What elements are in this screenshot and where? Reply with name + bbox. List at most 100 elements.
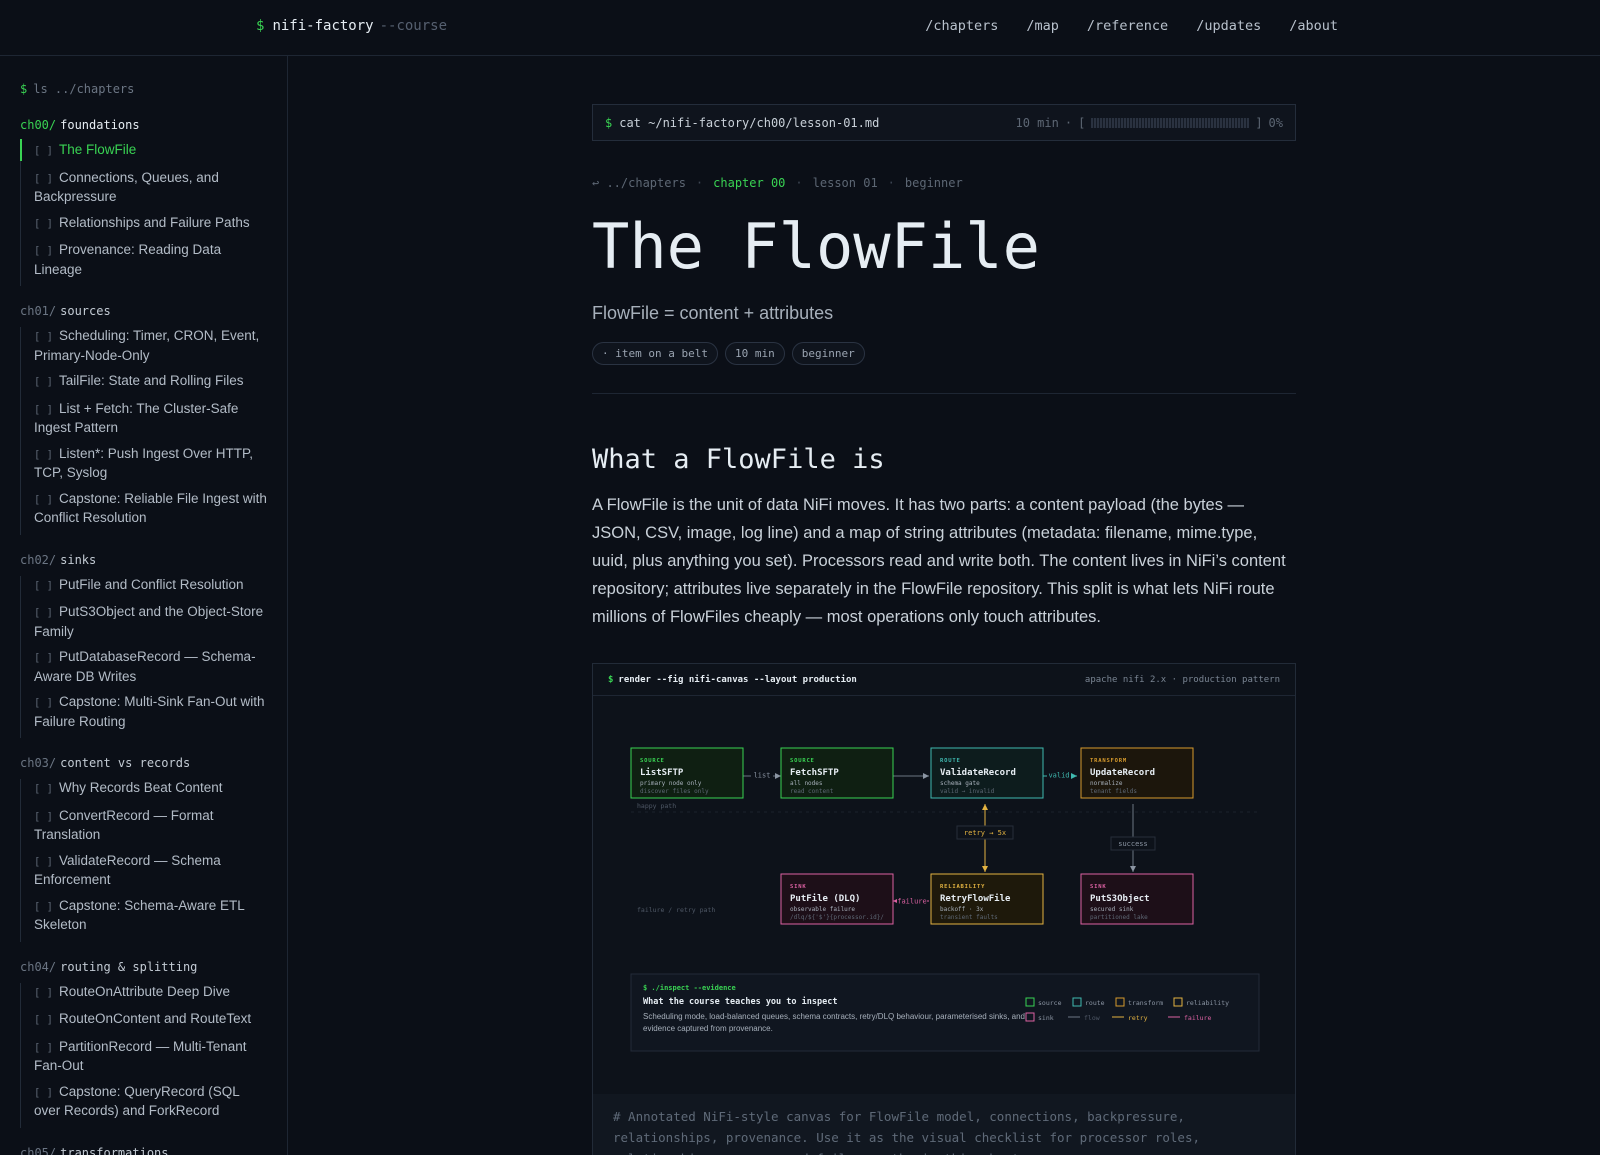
lesson-list: [ ] RouteOnAttribute Deep Dive [ ] RouteOnC… (20, 982, 267, 1128)
breadcrumb-lesson: lesson 01 (812, 176, 878, 190)
sidebar-command: ls ../chapters (33, 82, 135, 96)
top-navigation-bar: $ nifi-factory --course /chapters /map /re… (0, 0, 1600, 56)
sidebar-lesson-item[interactable]: [ ] Connections, Queues, and Backpressure (21, 169, 267, 214)
sidebar-lesson-item[interactable]: [ ] Scheduling: Timer, CRON, Event, Prima… (21, 327, 267, 372)
sidebar-lesson-item[interactable]: [ ] Relationships and Failure Paths (21, 214, 267, 242)
sidebar-lesson-item[interactable]: [ ] Listen*: Push Ingest Over HTTP, TCP, … (21, 445, 267, 490)
breadcrumb-chapter[interactable]: chapter 00 (713, 176, 785, 190)
figure-version-label: apache nifi 2.x · production pattern (1084, 674, 1280, 685)
chapter-heading[interactable]: ch05/transformations (20, 1146, 267, 1155)
sidebar-lesson-item[interactable]: [ ] ConvertRecord — Format Translation (21, 807, 267, 852)
processor-note: tenant fields (1090, 788, 1137, 795)
processor-fetch[interactable]: SOURCE FetchSFTP all nodesread content (780, 747, 894, 799)
chapter-number: ch01/ (20, 304, 57, 318)
nav-link-map[interactable]: /map (1026, 18, 1059, 34)
sidebar-lesson-item[interactable]: [ ] PutFile and Conflict Resolution (21, 576, 267, 604)
lesson-label: PutS3Object and the Object-Store Family (34, 604, 264, 639)
chapter-group: ch00/foundations[ ] The FlowFile[ ] Connec… (20, 118, 267, 286)
lesson-checkbox: [ ] (34, 607, 53, 619)
sidebar-lesson-item[interactable]: [ ] Capstone: Reliable File Ingest with C… (21, 490, 267, 535)
processor-note: read content (790, 788, 834, 795)
processor-name: ListSFTP (640, 767, 684, 778)
reading-time: 10 min (1015, 115, 1059, 130)
processor-name: PutFile (DLQ) (790, 893, 860, 904)
processor-putfile[interactable]: SINK PutFile (DLQ) observable failure/dlq/… (780, 873, 894, 925)
processor-note: valid → invalid (940, 788, 995, 795)
sidebar-lesson-item[interactable]: [ ] Capstone: Multi-Sink Fan-Out with Fai… (21, 693, 267, 738)
nifi-canvas-figure: $ render --fig nifi-canvas --layout produ… (592, 663, 1296, 1143)
sidebar-lesson-item[interactable]: [ ] PutDatabaseRecord — Schema-Aware DB W… (21, 648, 267, 693)
sidebar-lesson-item[interactable]: [ ] The FlowFile (20, 139, 267, 169)
lesson-tags: · item on a belt 10 min beginner (592, 342, 1296, 365)
breadcrumb-back-link[interactable]: ↩ ../chapters (592, 176, 686, 190)
chapter-group: ch04/routing & splitting [ ] RouteOnAttrib… (20, 960, 267, 1128)
processor-list[interactable]: SOURCE ListSFTP primary node onlydiscover … (630, 747, 744, 799)
sidebar-lesson-item[interactable]: [ ] RouteOnContent and RouteText (21, 1010, 267, 1038)
chapter-heading[interactable]: ch02/sinks (20, 553, 267, 567)
processor-name: PutS3Object (1090, 893, 1150, 904)
lesson-checkbox: [ ] (34, 448, 53, 461)
lesson-label: Provenance: Reading Data Lineage (34, 242, 222, 277)
lesson-label: List + Fetch: The Cluster-Safe Ingest Pa… (34, 400, 239, 436)
legend-label-route: route (1085, 999, 1105, 1007)
brand-logo[interactable]: $ nifi-factory --course (256, 18, 447, 34)
legend-label-failure: failure (1184, 1014, 1211, 1022)
lesson-label: Connections, Queues, and Backpressure (34, 169, 219, 205)
flow-diagram: happy path failure / retry path list val… (630, 747, 1261, 1052)
meta-separator: · (1064, 115, 1073, 130)
sidebar-lesson-item[interactable]: [ ] List + Fetch: The Cluster-Safe Ingest… (21, 400, 267, 445)
nav-link-updates[interactable]: /updates (1196, 18, 1261, 34)
processor-kind: ROUTE (940, 758, 961, 764)
processor-update[interactable]: TRANSFORM UpdateRecord normalizetenant fie… (1080, 747, 1194, 799)
brand-name: nifi-factory (272, 18, 374, 34)
breadcrumb-separator: · (887, 176, 895, 190)
sidebar-lesson-item[interactable]: [ ] RouteOnAttribute Deep Dive (21, 983, 267, 1011)
lesson-checkbox: [ ] (34, 145, 53, 157)
sidebar-lesson-item[interactable]: [ ] ValidateRecord — Schema Enforcement (21, 852, 267, 897)
nav-link-about[interactable]: /about (1289, 18, 1338, 34)
chapter-title: sources (60, 304, 111, 318)
breadcrumb-level: beginner (904, 176, 963, 190)
lesson-label: PutFile and Conflict Resolution (58, 576, 244, 592)
lesson-checkbox: [ ] (34, 986, 53, 999)
sidebar-lesson-item[interactable]: [ ] Capstone: Schema-Aware ETL Skeleton (21, 897, 267, 942)
processor-note: partitioned lake (1090, 914, 1148, 921)
sidebar-lesson-item[interactable]: [ ] PartitionRecord — Multi-Tenant Fan-Ou… (21, 1038, 267, 1083)
sidebar-lesson-item[interactable]: [ ] TailFile: State and Rolling Files (21, 372, 267, 400)
chapter-heading[interactable]: ch03/content vs records (20, 756, 267, 770)
chapter-title: content vs records (60, 756, 191, 770)
chapter-title: routing & splitting (60, 959, 198, 974)
inspect-command: $ ./inspect --evidence (643, 984, 736, 992)
lesson-checkbox: [ ] (34, 783, 53, 795)
chapter-title: foundations (60, 118, 140, 132)
progress-bar (1091, 117, 1250, 128)
chapter-number: ch03/ (20, 756, 57, 770)
legend-label-flow: flow (1084, 1014, 1100, 1022)
chapter-heading[interactable]: ch01/sources (20, 304, 267, 318)
edge-label-success: success (1118, 840, 1148, 848)
figure-header: $ render --fig nifi-canvas --layout produ… (593, 664, 1295, 696)
sidebar-lesson-item[interactable]: [ ] PutS3Object and the Object-Store Fami… (21, 603, 267, 648)
failure-path-label: failure / retry path (637, 906, 715, 914)
nav-link-chapters[interactable]: /chapters (925, 18, 998, 34)
chapter-heading[interactable]: ch00/foundations (20, 118, 267, 132)
nav-link-reference[interactable]: /reference (1087, 18, 1168, 34)
lesson-checkbox: [ ] (34, 697, 53, 709)
processor-validate[interactable]: ROUTE ValidateRecord schema gatevalid → in… (930, 747, 1044, 799)
processor-detail: primary node only (640, 780, 702, 787)
lesson-checkbox: [ ] (34, 1041, 53, 1054)
chapter-heading[interactable]: ch04/routing & splitting (20, 960, 267, 974)
lesson-list: [ ] Why Records Beat Content [ ] ConvertRec… (20, 779, 267, 942)
progress-bracket-close: ] (1255, 115, 1263, 130)
tag-metaphor: · item on a belt (592, 342, 718, 365)
lesson-label: PartitionRecord — Multi-Tenant Fan-Out (34, 1038, 247, 1074)
processor-puts3[interactable]: SINK PutS3Object secured sinkpartitioned l… (1080, 873, 1194, 925)
figure-canvas: happy path failure / retry path list val… (593, 696, 1295, 1142)
sidebar-prompt-symbol: $ (20, 82, 28, 96)
breadcrumb-separator: · (795, 176, 803, 190)
sidebar-lesson-item[interactable]: [ ] Provenance: Reading Data Lineage (21, 241, 267, 286)
sidebar-lesson-item[interactable]: [ ] Why Records Beat Content (21, 779, 267, 807)
sidebar-lesson-item[interactable]: [ ] Capstone: QueryRecord (SQL over Recor… (21, 1083, 267, 1128)
processor-retry[interactable]: RELIABILITY RetryFlowFile backoff · 3xtran… (930, 873, 1044, 925)
lesson-label: Why Records Beat Content (58, 780, 223, 795)
